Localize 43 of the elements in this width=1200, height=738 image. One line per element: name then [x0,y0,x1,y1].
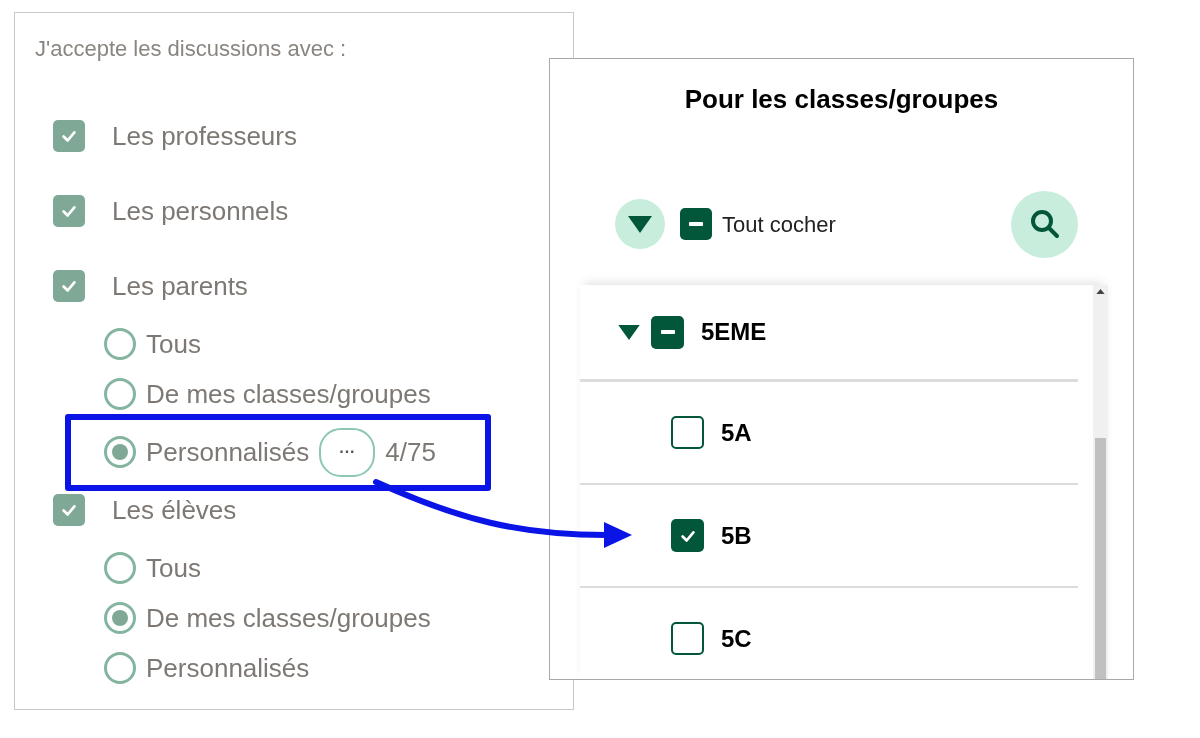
radio-label: Tous [146,327,201,361]
scrollbar[interactable] [1093,285,1108,679]
tree-item-label: 5B [721,520,752,551]
caret-down-icon [628,215,652,233]
more-button[interactable]: ··· [319,427,376,477]
radio-button[interactable] [104,436,136,468]
search-icon [1028,208,1061,240]
minus-icon [660,330,675,334]
checkbox-label: Les élèves [112,493,237,527]
check-all-label: Tout cocher [722,210,836,239]
radio-button[interactable] [104,328,136,360]
caret-down-icon[interactable] [618,324,640,340]
checkbox[interactable] [53,494,85,526]
radio-label: De mes classes/groupes [146,377,431,411]
checkbox-label: Les professeurs [112,119,297,153]
scrollbar-thumb[interactable] [1095,438,1106,679]
radio-label: Personnalisés [146,435,310,469]
checkbox-label: Les parents [112,269,248,303]
selection-count: 4/75 [385,435,436,469]
checkbox[interactable] [53,195,85,227]
checkbox[interactable] [651,315,684,349]
tree-item-label: 5C [721,623,752,654]
checkbox[interactable] [671,416,704,449]
tree-item-label: 5A [721,417,752,448]
radio-label: Personnalisés [146,651,310,685]
checkbox[interactable] [680,208,712,240]
checkbox[interactable] [671,622,704,655]
expand-toggle-button[interactable] [615,199,665,249]
radio-button[interactable] [104,552,136,584]
radio-label: De mes classes/groupes [146,601,431,635]
tree-item-label: 5EME [701,317,767,347]
checkbox[interactable] [53,120,85,152]
radio-button[interactable] [104,378,136,410]
minus-icon [689,222,703,226]
checkbox[interactable] [671,519,704,552]
checkbox-label: Les personnels [112,194,289,228]
radio-label: Tous [146,551,201,585]
scroll-up-icon [1096,289,1105,294]
section-title: J'accepte les discussions avec : [35,35,348,63]
radio-button[interactable] [104,652,136,684]
panel-title: Pour les classes/groupes [683,83,1000,116]
radio-button[interactable] [104,602,136,634]
checkbox[interactable] [53,270,85,302]
